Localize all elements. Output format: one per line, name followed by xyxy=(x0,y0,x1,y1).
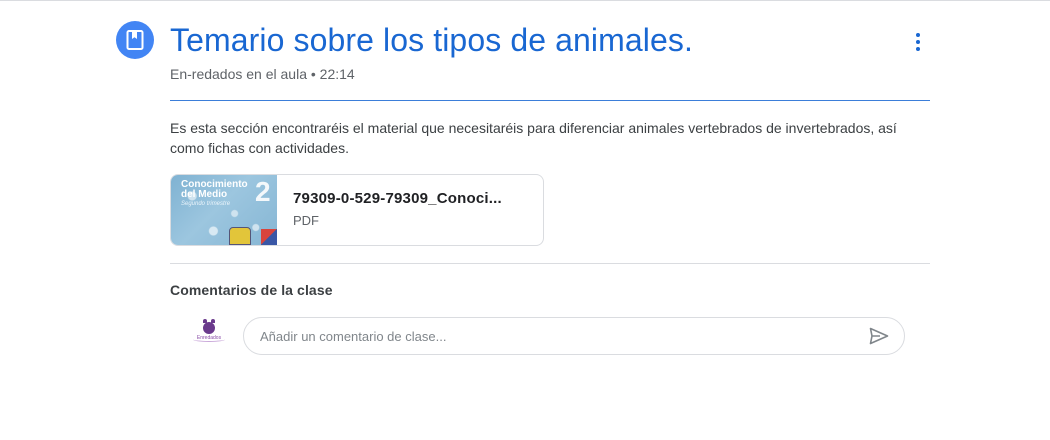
section-divider xyxy=(170,263,930,264)
comment-box[interactable] xyxy=(243,317,905,355)
avatar: Enredados xyxy=(191,319,227,348)
assignment-icon xyxy=(116,21,154,59)
bookmark-book-icon xyxy=(126,30,144,50)
post-title: Temario sobre los tipos de animales. xyxy=(170,22,693,58)
attachment-type: PDF xyxy=(293,213,319,228)
send-icon[interactable] xyxy=(868,325,890,347)
post-meta: En-redados en el aula • 22:14 xyxy=(170,66,355,82)
attachment-card[interactable]: Conocimiento del Medio Segundo trimestre… xyxy=(170,174,544,246)
thumbnail-title: Conocimiento del Medio xyxy=(181,179,248,200)
avatar-logo-icon xyxy=(203,319,215,334)
comments-heading: Comentarios de la clase xyxy=(170,282,333,298)
thumbnail-corner xyxy=(261,229,277,245)
title-divider xyxy=(170,100,930,101)
top-divider xyxy=(0,0,1050,1)
comment-input[interactable] xyxy=(260,328,868,344)
more-options-icon[interactable] xyxy=(904,28,932,56)
post-description: Es esta sección encontraréis el material… xyxy=(170,120,897,156)
thumbnail-number: 2 xyxy=(255,176,271,207)
thumbnail-subtitle: Segundo trimestre xyxy=(181,201,231,207)
thumbnail-illustration xyxy=(229,227,251,245)
attachment-thumbnail: Conocimiento del Medio Segundo trimestre… xyxy=(171,175,277,245)
attachment-name: 79309-0-529-79309_Conoci... xyxy=(293,190,502,207)
